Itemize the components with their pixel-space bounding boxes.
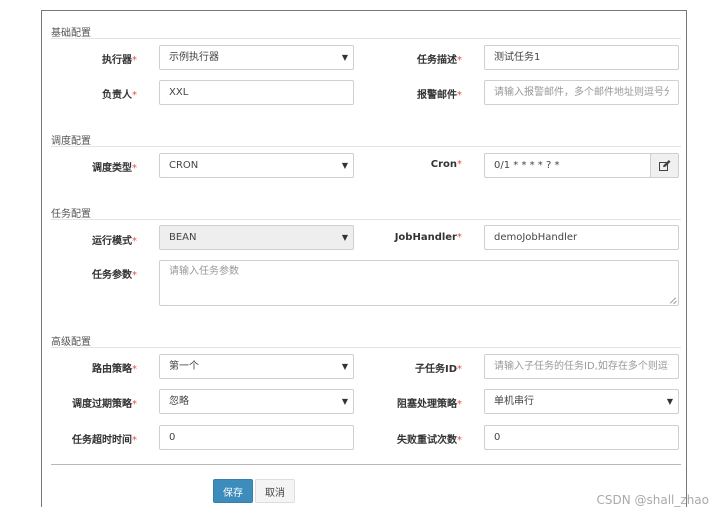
route-strategy-select[interactable]: 第一个 ▼ xyxy=(159,354,354,379)
job-param-label: 任务参数* xyxy=(92,270,137,281)
cron-input[interactable]: 0/1 * * * * ? * xyxy=(484,153,651,178)
section-divider xyxy=(51,219,681,220)
job-param-textarea[interactable]: 请输入任务参数 xyxy=(159,260,679,306)
author-label: 负责人* xyxy=(102,90,137,101)
edit-icon xyxy=(658,160,670,171)
author-input[interactable]: XXL xyxy=(159,80,354,105)
schedule-type-select[interactable]: CRON ▼ xyxy=(159,153,354,178)
fail-retry-label: 失败重试次数* xyxy=(397,435,462,446)
dropdown-caret-icon: ▼ xyxy=(341,233,348,242)
section-divider xyxy=(51,347,681,348)
section-title-advanced: 高级配置 xyxy=(51,337,91,348)
job-handler-input[interactable]: demoJobHandler xyxy=(484,225,679,250)
run-mode-label: 运行模式* xyxy=(92,236,137,247)
misfire-strategy-label: 调度过期策略* xyxy=(72,399,137,410)
form-footer-divider xyxy=(51,464,681,465)
section-title-schedule: 调度配置 xyxy=(51,136,91,147)
save-button[interactable]: 保存 xyxy=(213,479,253,503)
block-strategy-select[interactable]: 单机串行 ▼ xyxy=(484,389,679,414)
block-strategy-label: 阻塞处理策略* xyxy=(397,399,462,410)
dropdown-caret-icon: ▼ xyxy=(666,397,673,406)
route-strategy-label: 路由策略* xyxy=(92,364,137,375)
alarm-email-label: 报警邮件* xyxy=(417,90,462,101)
dropdown-caret-icon: ▼ xyxy=(341,397,348,406)
section-divider xyxy=(51,38,681,39)
misfire-strategy-select[interactable]: 忽略 ▼ xyxy=(159,389,354,414)
cron-edit-button[interactable] xyxy=(651,153,679,178)
dropdown-caret-icon: ▼ xyxy=(341,362,348,371)
alarm-email-input[interactable]: 请输入报警邮件，多个邮件地址则逗号分隔 xyxy=(484,80,679,105)
executor-select[interactable]: 示例执行器 ▼ xyxy=(159,45,354,70)
child-job-id-label: 子任务ID* xyxy=(414,364,462,375)
fail-retry-input[interactable]: 0 xyxy=(484,425,679,450)
watermark: CSDN @shall_zhao xyxy=(596,493,709,507)
job-desc-input[interactable]: 测试任务1 xyxy=(484,45,679,70)
section-title-task: 任务配置 xyxy=(51,209,91,220)
cron-label: Cron* xyxy=(430,159,462,170)
child-job-id-input[interactable]: 请输入子任务的任务ID,如存在多个则逗号分隔 xyxy=(484,354,679,379)
section-title-basic: 基础配置 xyxy=(51,28,91,39)
run-mode-select[interactable]: BEAN ▼ xyxy=(159,225,354,250)
job-handler-label: JobHandler* xyxy=(394,232,462,243)
timeout-input[interactable]: 0 xyxy=(159,425,354,450)
cancel-button[interactable]: 取消 xyxy=(255,479,295,503)
dropdown-caret-icon: ▼ xyxy=(341,161,348,170)
job-desc-label: 任务描述* xyxy=(417,55,462,66)
dropdown-caret-icon: ▼ xyxy=(341,53,348,62)
executor-label: 执行器* xyxy=(102,55,137,66)
timeout-label: 任务超时时间* xyxy=(72,435,137,446)
resize-handle-icon[interactable] xyxy=(670,297,677,304)
job-edit-form: 基础配置 执行器* 示例执行器 ▼ 任务描述* 测试任务1 负责人* XXL 报警… xyxy=(41,10,687,507)
schedule-type-label: 调度类型* xyxy=(92,163,137,174)
section-divider xyxy=(51,146,681,147)
